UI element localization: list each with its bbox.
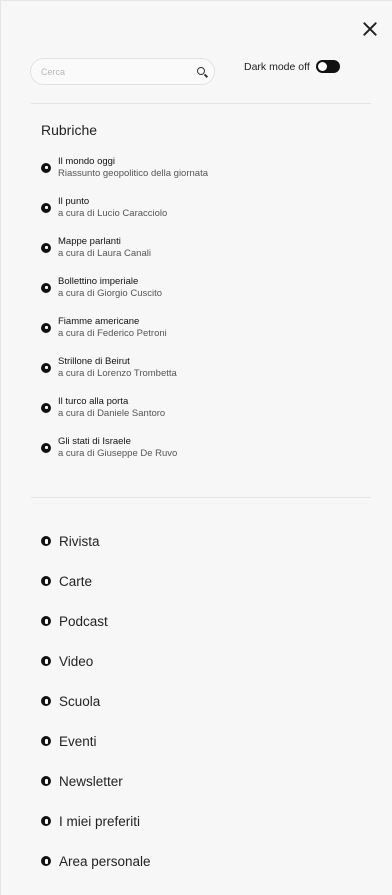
- scuola-icon: [41, 696, 51, 706]
- nav-item-rivista[interactable]: Rivista: [41, 521, 341, 561]
- nav-item-label: Rivista: [59, 533, 100, 549]
- nav-item-label: Podcast: [59, 613, 108, 629]
- rubrica-title: Il mondo oggi: [58, 156, 116, 167]
- rivista-icon: [41, 536, 51, 546]
- rubrica-subtitle: a cura di Lorenzo Trombetta: [58, 368, 177, 379]
- close-icon[interactable]: [360, 19, 380, 39]
- toggle-knob: [317, 62, 327, 71]
- dark-mode-toggle[interactable]: [315, 60, 340, 73]
- rubrica-item[interactable]: Il punto a cura di Lucio Caracciolo: [41, 196, 341, 236]
- dark-mode-toggle-group: Dark mode off: [244, 60, 340, 73]
- rubrica-icon: [41, 323, 51, 333]
- nav-item-label: Eventi: [59, 733, 97, 749]
- main-nav: Rivista Carte Podcast Video Scuola Event…: [41, 521, 341, 881]
- divider: [31, 103, 371, 104]
- side-menu-panel: Dark mode off Rubriche Il mondo oggi Ria…: [0, 0, 392, 895]
- rubrica-icon: [41, 283, 51, 293]
- rubrica-title: Il punto: [58, 196, 90, 207]
- nav-item-newsletter[interactable]: Newsletter: [41, 761, 341, 801]
- rubrica-subtitle: a cura di Giorgio Cuscito: [58, 288, 163, 299]
- rubrica-title: Strillone di Beirut: [58, 356, 130, 367]
- rubrica-subtitle: a cura di Lucio Caracciolo: [58, 208, 168, 219]
- rubrica-icon: [41, 203, 51, 213]
- nav-item-carte[interactable]: Carte: [41, 561, 341, 601]
- dark-mode-label: Dark mode off: [244, 60, 310, 73]
- rubriche-list: Il mondo oggi Riassunto geopolitico dell…: [41, 156, 341, 476]
- nav-item-label: Carte: [59, 573, 93, 589]
- rubrica-title: Bollettino imperiale: [58, 276, 139, 287]
- newsletter-icon: [41, 776, 51, 786]
- rubrica-item[interactable]: Il turco alla porta a cura di Daniele Sa…: [41, 396, 341, 436]
- nav-item-video[interactable]: Video: [41, 641, 341, 681]
- rubrica-item[interactable]: Fiamme americane a cura di Federico Petr…: [41, 316, 341, 356]
- rubrica-item[interactable]: Bollettino imperiale a cura di Giorgio C…: [41, 276, 341, 316]
- rubrica-item[interactable]: Gli stati di Israele a cura di Giuseppe …: [41, 436, 341, 476]
- nav-item-label: Newsletter: [59, 773, 123, 789]
- rubrica-title: Gli stati di Israele: [58, 436, 131, 447]
- carte-icon: [41, 576, 51, 586]
- search-box[interactable]: [30, 58, 215, 85]
- rubrica-title: Il turco alla porta: [58, 396, 129, 407]
- area-personale-icon: [41, 856, 51, 866]
- rubrica-subtitle: a cura di Daniele Santoro: [58, 408, 166, 419]
- rubrica-icon: [41, 403, 51, 413]
- preferiti-icon: [41, 816, 51, 826]
- nav-item-podcast[interactable]: Podcast: [41, 601, 341, 641]
- rubrica-subtitle: Riassunto geopolitico della giornata: [58, 168, 208, 179]
- divider: [31, 497, 371, 498]
- rubriche-title: Rubriche: [41, 122, 98, 138]
- nav-item-label: Scuola: [59, 693, 101, 709]
- eventi-icon: [41, 736, 51, 746]
- nav-item-preferiti[interactable]: I miei preferiti: [41, 801, 341, 841]
- nav-item-label: Area personale: [59, 853, 151, 869]
- rubrica-title: Mappe parlanti: [58, 236, 121, 247]
- rubrica-subtitle: a cura di Giuseppe De Ruvo: [58, 448, 178, 459]
- rubrica-icon: [41, 163, 51, 173]
- search-icon[interactable]: [197, 67, 205, 75]
- video-icon: [41, 656, 51, 666]
- rubrica-title: Fiamme americane: [58, 316, 140, 327]
- rubrica-subtitle: a cura di Laura Canali: [58, 248, 151, 259]
- nav-item-scuola[interactable]: Scuola: [41, 681, 341, 721]
- rubrica-item[interactable]: Strillone di Beirut a cura di Lorenzo Tr…: [41, 356, 341, 396]
- rubrica-subtitle: a cura di Federico Petroni: [58, 328, 167, 339]
- rubrica-icon: [41, 243, 51, 253]
- nav-item-label: Video: [59, 653, 94, 669]
- rubrica-icon: [41, 443, 51, 453]
- nav-item-area-personale[interactable]: Area personale: [41, 841, 341, 881]
- podcast-icon: [41, 616, 51, 626]
- rubrica-item[interactable]: Mappe parlanti a cura di Laura Canali: [41, 236, 341, 276]
- rubrica-item[interactable]: Il mondo oggi Riassunto geopolitico dell…: [41, 156, 341, 196]
- nav-item-label: I miei preferiti: [59, 813, 141, 829]
- search-input[interactable]: [41, 65, 191, 79]
- rubrica-icon: [41, 363, 51, 373]
- nav-item-eventi[interactable]: Eventi: [41, 721, 341, 761]
